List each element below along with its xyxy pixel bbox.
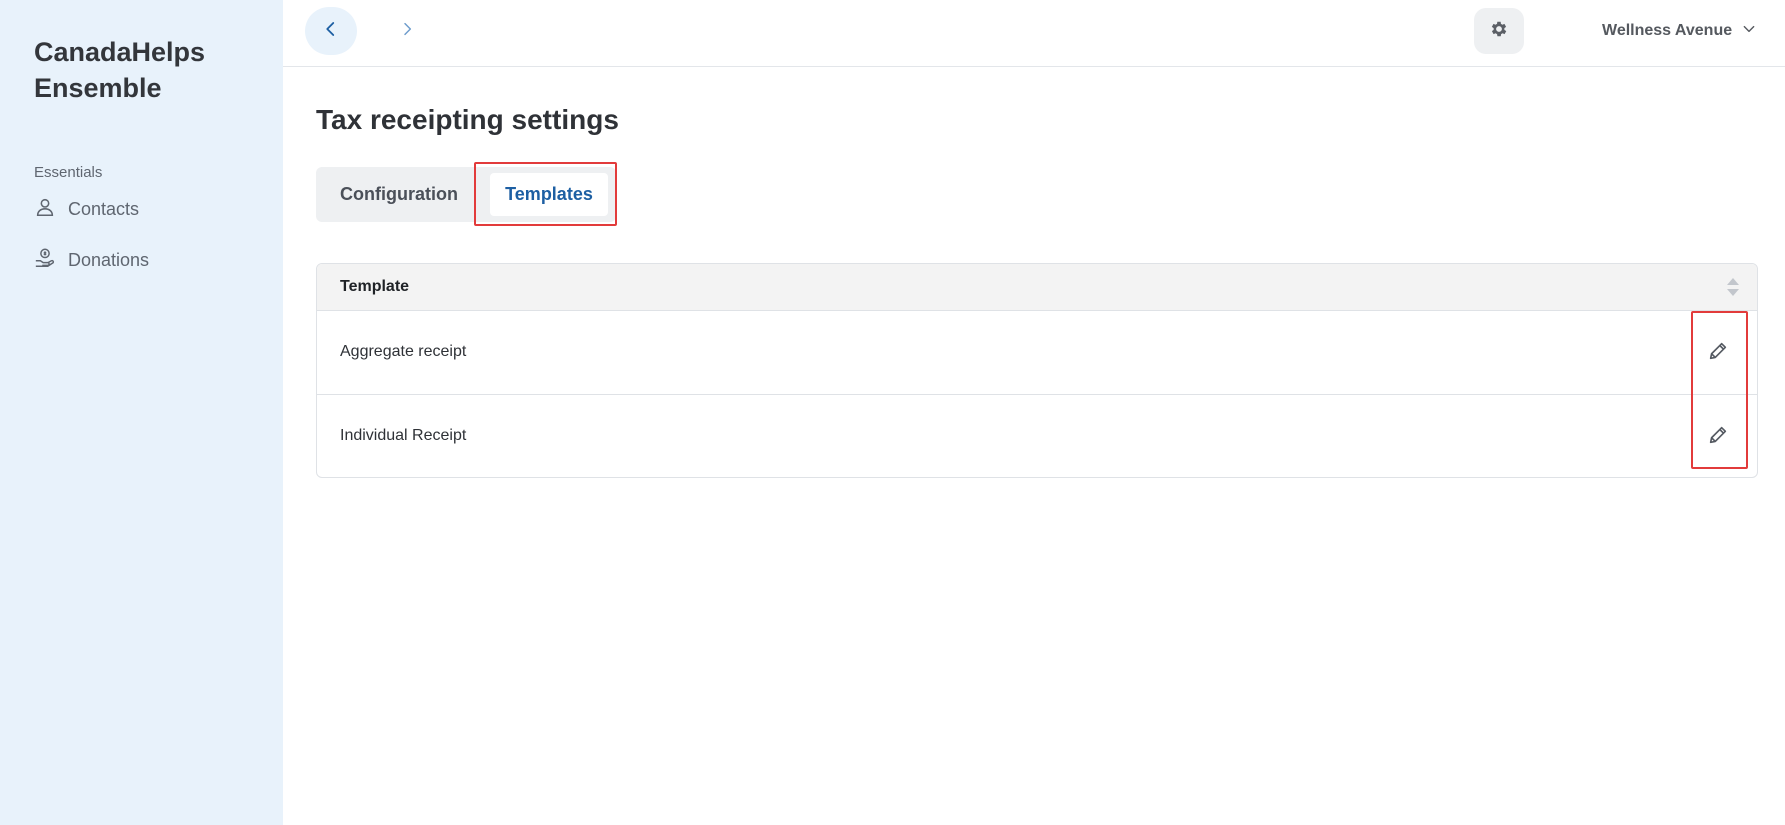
sidebar-item-donations[interactable]: Donations xyxy=(34,245,149,275)
table-row: Individual Receipt xyxy=(317,395,1757,477)
settings-button[interactable] xyxy=(1474,8,1524,54)
chevron-left-icon xyxy=(322,20,340,43)
brand-logo-text[interactable]: CanadaHelps Ensemble xyxy=(34,34,264,106)
sidebar-section-label: Essentials xyxy=(34,164,103,181)
pencil-icon xyxy=(1707,340,1729,367)
template-name: Aggregate receipt xyxy=(340,343,467,360)
column-header-template[interactable]: Template xyxy=(340,278,409,296)
chevron-right-icon xyxy=(399,20,415,43)
edit-button[interactable] xyxy=(1704,339,1732,367)
person-icon xyxy=(34,196,56,223)
sidebar: CanadaHelps Ensemble Essentials Contacts xyxy=(0,0,283,825)
organization-name: Wellness Avenue xyxy=(1602,22,1733,39)
top-bar: Wellness Avenue xyxy=(283,0,1785,67)
brand-line-1: CanadaHelps xyxy=(34,37,206,67)
app-root: CanadaHelps Ensemble Essentials Contacts xyxy=(0,0,1785,825)
tab-configuration[interactable]: Configuration xyxy=(316,167,482,222)
back-button[interactable] xyxy=(305,7,357,55)
sort-icon[interactable] xyxy=(1726,276,1740,298)
hand-donation-icon xyxy=(34,247,56,274)
sidebar-item-label: Contacts xyxy=(68,198,140,219)
organization-menu[interactable]: Wellness Avenue xyxy=(1602,18,1756,44)
templates-table: Template Aggregate receipt Individual Re… xyxy=(316,263,1758,478)
tab-templates[interactable]: Templates xyxy=(490,173,608,216)
pencil-icon xyxy=(1707,424,1729,451)
table-header: Template xyxy=(317,264,1757,311)
chevron-down-icon xyxy=(1742,22,1756,41)
edit-button[interactable] xyxy=(1704,423,1732,451)
tab-bar: Configuration Templates xyxy=(316,167,616,222)
sidebar-item-label: Donations xyxy=(68,249,150,270)
sidebar-item-contacts[interactable]: Contacts xyxy=(34,194,139,224)
brand-line-2: Ensemble xyxy=(34,73,162,103)
template-name: Individual Receipt xyxy=(340,427,467,444)
gear-icon xyxy=(1489,19,1509,44)
table-row: Aggregate receipt xyxy=(317,311,1757,395)
forward-button[interactable] xyxy=(387,7,427,55)
page-title: Tax receipting settings xyxy=(316,104,619,135)
